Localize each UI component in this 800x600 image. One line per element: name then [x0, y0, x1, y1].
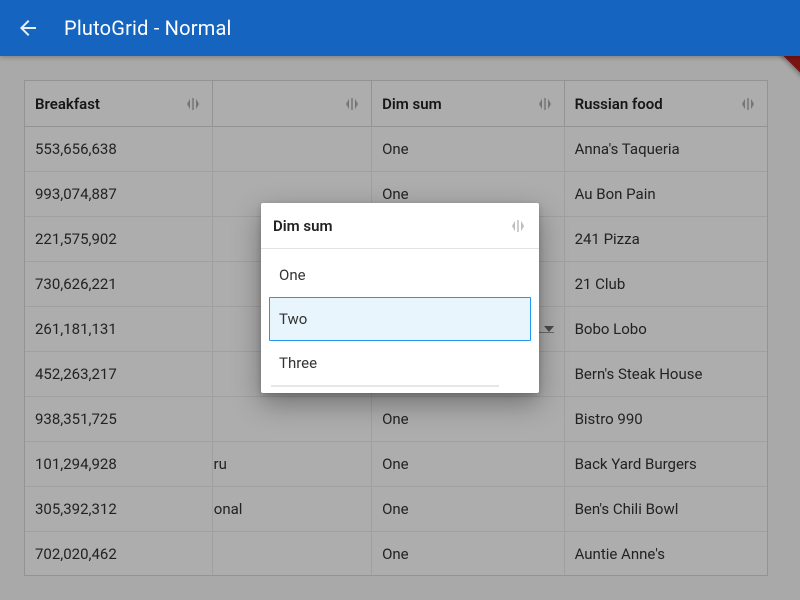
drag-handle-icon[interactable]: [509, 217, 527, 235]
page-title: PlutoGrid - Normal: [64, 16, 232, 40]
select-option[interactable]: One: [269, 253, 531, 297]
select-option[interactable]: Two: [269, 297, 531, 341]
app-bar: PlutoGrid - Normal: [0, 0, 800, 56]
select-popup: Dim sum OneTwoThree: [261, 203, 539, 393]
select-popup-title: Dim sum: [273, 217, 333, 235]
back-icon[interactable]: [16, 16, 40, 40]
select-option[interactable]: Three: [269, 341, 531, 385]
select-popup-list[interactable]: OneTwoThree: [261, 249, 539, 393]
select-popup-header[interactable]: Dim sum: [261, 203, 539, 249]
scrollbar[interactable]: [271, 385, 499, 387]
